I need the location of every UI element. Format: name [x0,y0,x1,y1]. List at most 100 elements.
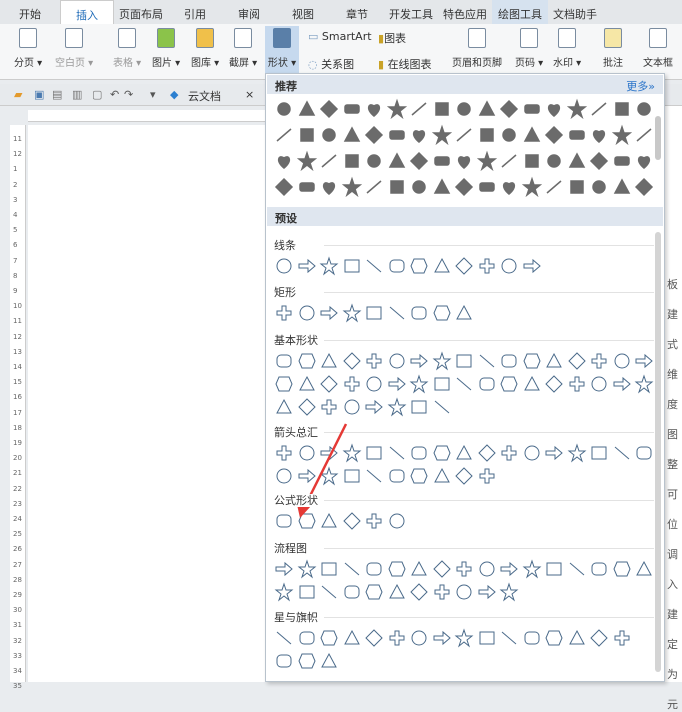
category-shape-icon[interactable] [521,255,543,277]
recommended-shape-icon[interactable] [611,150,633,172]
category-shape-icon[interactable] [273,627,295,649]
recommended-shape-icon[interactable] [633,150,655,172]
recommended-shape-icon[interactable] [363,124,385,146]
category-shape-icon[interactable] [363,558,385,580]
recommended-shape-icon[interactable] [476,124,498,146]
category-shape-icon[interactable] [611,442,633,464]
blank-page-button[interactable]: 空白页 ▾ [55,28,93,69]
category-shape-icon[interactable] [363,465,385,487]
recommended-shape-icon[interactable] [386,150,408,172]
category-shape-icon[interactable] [453,373,475,395]
category-shape-icon[interactable] [588,442,610,464]
category-shape-icon[interactable] [476,442,498,464]
shapes-button[interactable]: 形状 ▾ [265,26,299,76]
category-shape-icon[interactable] [431,255,453,277]
category-shape-icon[interactable] [273,442,295,464]
recommended-shape-icon[interactable] [633,124,655,146]
category-shape-icon[interactable] [273,350,295,372]
category-shape-icon[interactable] [611,627,633,649]
relation-button[interactable]: ◌ 关系图 [308,56,354,72]
recommended-shape-icon[interactable] [566,150,588,172]
category-shape-icon[interactable] [588,558,610,580]
category-shape-icon[interactable] [318,373,340,395]
recommended-shape-icon[interactable] [296,124,318,146]
category-shape-icon[interactable] [296,442,318,464]
category-shape-icon[interactable] [408,302,430,324]
recommended-shape-icon[interactable] [431,150,453,172]
dropdown-icon[interactable]: ▾ [150,88,156,101]
category-shape-icon[interactable] [296,396,318,418]
category-shape-icon[interactable] [296,350,318,372]
category-shape-icon[interactable] [341,255,363,277]
category-shape-icon[interactable] [296,465,318,487]
recommended-shape-icon[interactable] [498,176,520,198]
category-shape-icon[interactable] [341,302,363,324]
undo-icon[interactable]: ↶ [110,88,119,101]
recommended-shape-icon[interactable] [543,98,565,120]
gallery-button[interactable]: 图库 ▾ [191,28,219,69]
category-shape-icon[interactable] [453,255,475,277]
category-shape-icon[interactable] [386,350,408,372]
category-shape-icon[interactable] [363,255,385,277]
category-shape-icon[interactable] [341,373,363,395]
category-shape-icon[interactable] [386,510,408,532]
category-shape-icon[interactable] [296,558,318,580]
recommended-shape-icon[interactable] [521,150,543,172]
recommended-shape-icon[interactable] [273,176,295,198]
category-shape-icon[interactable] [431,350,453,372]
category-shape-icon[interactable] [363,510,385,532]
category-shape-icon[interactable] [453,302,475,324]
tab-8[interactable]: 特色应用 [438,0,492,24]
recommended-shape-icon[interactable] [476,150,498,172]
recommended-shape-icon[interactable] [566,124,588,146]
recommended-shape-icon[interactable] [588,98,610,120]
category-shape-icon[interactable] [498,581,520,603]
category-shape-icon[interactable] [318,396,340,418]
category-shape-icon[interactable] [453,627,475,649]
category-shape-icon[interactable] [431,302,453,324]
category-shape-icon[interactable] [341,558,363,580]
tab-9[interactable]: 绘图工具 [492,0,548,24]
category-shape-icon[interactable] [318,465,340,487]
recommended-shape-icon[interactable] [431,124,453,146]
category-shape-icon[interactable] [318,510,340,532]
category-shape-icon[interactable] [498,442,520,464]
comment-button[interactable]: 批注 [603,28,623,69]
category-shape-icon[interactable] [633,558,655,580]
print-icon[interactable]: ▥ [72,88,82,101]
category-shape-icon[interactable] [476,558,498,580]
category-shape-icon[interactable] [633,373,655,395]
recommended-shape-icon[interactable] [498,150,520,172]
category-shape-icon[interactable] [273,373,295,395]
category-shape-icon[interactable] [273,302,295,324]
category-shape-icon[interactable] [588,350,610,372]
recommended-shape-icon[interactable] [521,98,543,120]
recommended-shape-icon[interactable] [273,150,295,172]
recommended-shape-icon[interactable] [588,124,610,146]
recommended-shape-icon[interactable] [363,98,385,120]
category-shape-icon[interactable] [431,581,453,603]
recommended-shape-icon[interactable] [386,176,408,198]
category-shape-icon[interactable] [408,373,430,395]
category-shape-icon[interactable] [318,302,340,324]
recommended-shape-icon[interactable] [296,176,318,198]
category-shape-icon[interactable] [453,558,475,580]
category-shape-icon[interactable] [543,350,565,372]
category-shape-icon[interactable] [498,627,520,649]
category-shape-icon[interactable] [363,396,385,418]
category-shape-icon[interactable] [498,558,520,580]
category-shape-icon[interactable] [431,396,453,418]
recommended-shape-icon[interactable] [296,150,318,172]
category-shape-icon[interactable] [611,558,633,580]
category-shape-icon[interactable] [273,510,295,532]
category-shape-icon[interactable] [543,558,565,580]
category-shape-icon[interactable] [431,373,453,395]
category-shape-icon[interactable] [566,627,588,649]
category-shape-icon[interactable] [318,581,340,603]
recommended-shape-icon[interactable] [431,176,453,198]
category-shape-icon[interactable] [408,465,430,487]
category-shape-icon[interactable] [318,558,340,580]
category-shape-icon[interactable] [386,302,408,324]
category-shape-icon[interactable] [273,581,295,603]
category-shape-icon[interactable] [476,373,498,395]
